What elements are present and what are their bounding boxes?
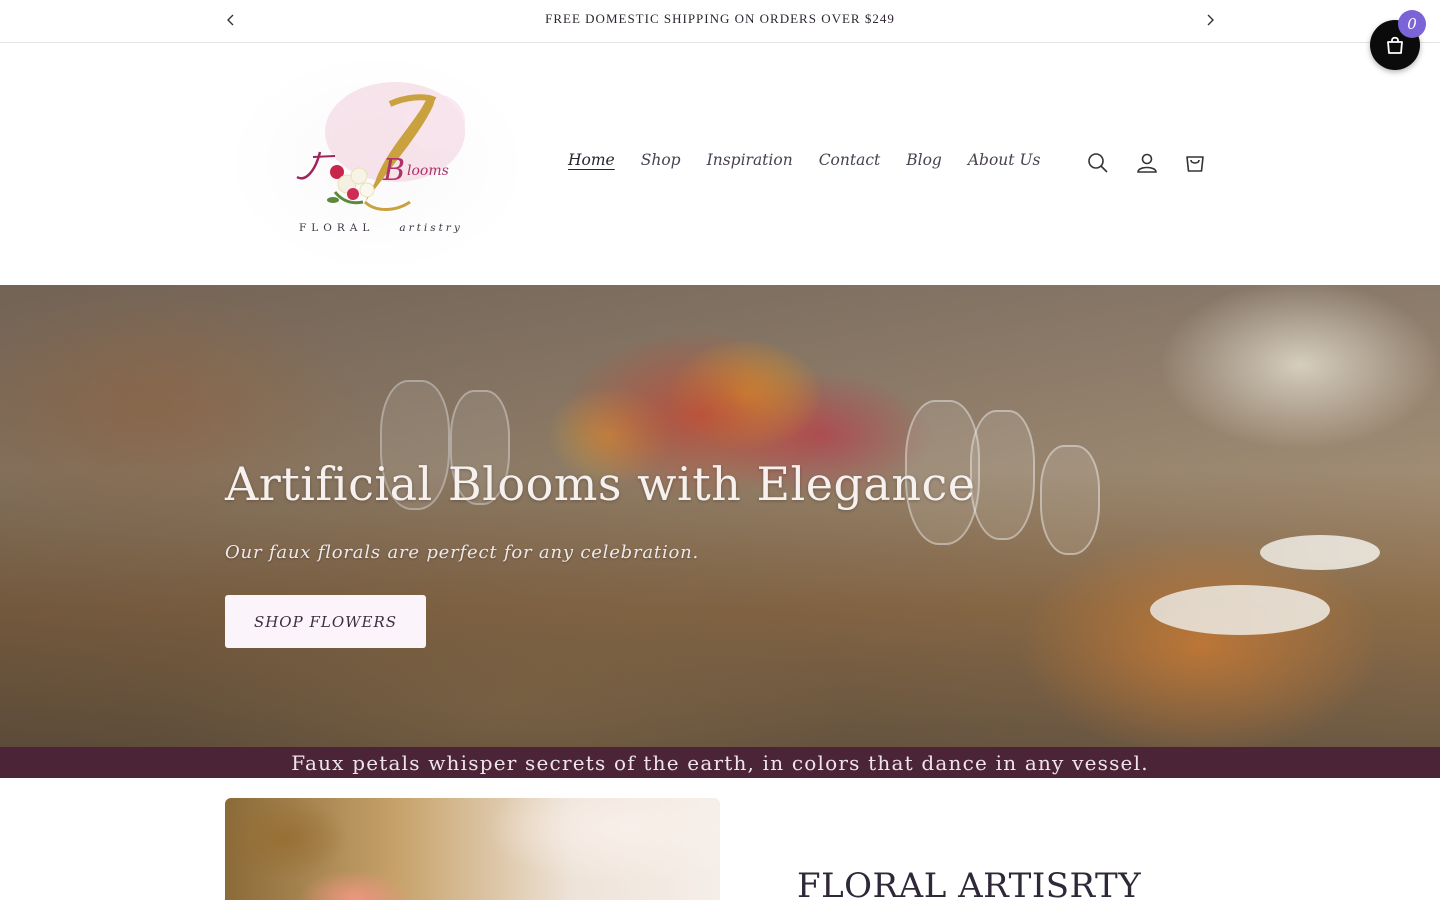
- logo-graphic: B looms: [296, 82, 465, 211]
- announcement-bar: FREE DOMESTIC SHIPPING ON ORDERS OVER $2…: [0, 0, 1440, 43]
- announcement-text: FREE DOMESTIC SHIPPING ON ORDERS OVER $2…: [545, 11, 895, 26]
- feature-image: [225, 798, 720, 900]
- account-button[interactable]: [1133, 149, 1161, 177]
- nav-item-blog[interactable]: Blog: [893, 151, 955, 169]
- nav-item-about-us[interactable]: About Us: [955, 151, 1054, 169]
- ribbon-text: Faux petals whisper secrets of the earth…: [291, 750, 1149, 775]
- tagline-ribbon: Faux petals whisper secrets of the earth…: [0, 747, 1440, 778]
- account-icon: [1137, 153, 1157, 173]
- nav-item-shop[interactable]: Shop: [628, 151, 694, 169]
- site-header: B looms FLORAL artistry Home Shop Inspir…: [0, 44, 1440, 284]
- floating-cart-button[interactable]: 0: [1370, 10, 1426, 70]
- logo-tagline: FLORAL artistry: [299, 222, 463, 234]
- nav-item-home[interactable]: Home: [555, 151, 628, 169]
- site-logo[interactable]: B looms FLORAL artistry: [225, 52, 530, 274]
- svg-text:B: B: [382, 153, 405, 188]
- announcement-next-button[interactable]: [1198, 8, 1222, 32]
- cart-count-badge: 0: [1398, 10, 1426, 38]
- nav-item-inspiration[interactable]: Inspiration: [694, 151, 806, 169]
- nav-item-contact[interactable]: Contact: [806, 151, 894, 169]
- shopping-bag-icon: [1387, 36, 1403, 54]
- svg-text:looms: looms: [407, 163, 449, 179]
- hero-title: Artificial Blooms with Elegance: [225, 457, 976, 511]
- feature-title: FLORAL ARTISRTY: [797, 866, 1142, 900]
- hero-overlay: [0, 285, 1440, 747]
- main-nav: Home Shop Inspiration Contact Blog About…: [555, 151, 1053, 169]
- search-icon: [1088, 153, 1108, 173]
- chevron-right-icon: [1207, 14, 1214, 26]
- search-button[interactable]: [1084, 149, 1112, 177]
- hero-subtitle: Our faux florals are perfect for any cel…: [225, 542, 700, 563]
- cart-icon: [1186, 156, 1204, 172]
- cart-button[interactable]: [1181, 149, 1209, 177]
- hero-banner: Artificial Blooms with Elegance Our faux…: [0, 285, 1440, 747]
- shop-flowers-button[interactable]: SHOP FLOWERS: [225, 595, 426, 648]
